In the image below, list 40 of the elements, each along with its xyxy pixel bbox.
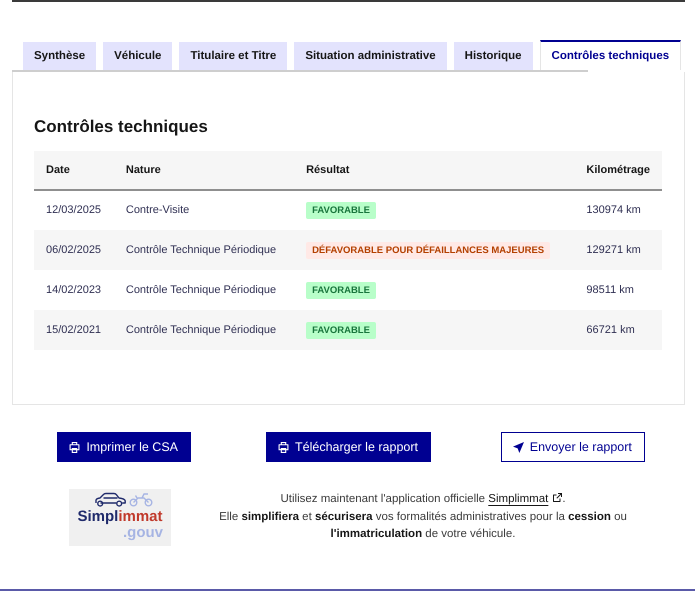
table-cell: 130974 km (574, 190, 662, 230)
logo-wordmark: Simplimmat (77, 509, 163, 525)
tab[interactable]: Synthèse (23, 42, 96, 70)
printer-icon (278, 442, 289, 452)
bike-icon (128, 492, 152, 507)
result-badge: FAVORABLE (306, 282, 376, 298)
navigation-arrow-icon (512, 442, 524, 452)
result-badge: FAVORABLE (306, 322, 376, 338)
tab[interactable]: Situation administrative (294, 42, 447, 70)
column-header: Nature (114, 151, 294, 190)
table-cell: Contrôle Technique Périodique (114, 310, 294, 350)
table-cell: 06/02/2025 (34, 230, 114, 270)
column-header: Résultat (294, 151, 574, 190)
tab[interactable]: Véhicule (103, 42, 172, 70)
table-cell: Contrôle Technique Périodique (114, 230, 294, 270)
section-heading: Contrôles techniques (34, 117, 209, 137)
logo-suffix: .gouv (123, 525, 163, 540)
table-cell: 66721 km (574, 310, 662, 350)
printer-icon (69, 442, 80, 452)
external-link-icon (553, 493, 562, 502)
table-cell: 98511 km (574, 270, 662, 310)
table-cell: 15/02/2021 (34, 310, 114, 350)
tab[interactable]: Contrôles techniques (540, 40, 682, 70)
tab[interactable]: Titulaire et Titre (179, 42, 288, 70)
table-cell: 14/02/2023 (34, 270, 114, 310)
column-header: Date (34, 151, 114, 190)
download-button[interactable]: Télécharger le rapport (266, 432, 431, 462)
table-cell: Contrôle Technique Périodique (114, 270, 294, 310)
table-cell: Contre-Visite (114, 190, 294, 230)
tab[interactable]: Historique (454, 42, 533, 70)
result-badge: DÉFAVORABLE POUR DÉFAILLANCES MAJEURES (306, 242, 550, 258)
print-button[interactable]: Imprimer le CSA (57, 432, 191, 462)
send-button[interactable]: Envoyer le rapport (500, 432, 645, 462)
column-header: Kilométrage (574, 151, 662, 190)
car-icon (94, 492, 126, 507)
result-badge: FAVORABLE (306, 202, 376, 219)
simplimmat-link[interactable]: Simplimmat (488, 493, 562, 505)
table-cell: 129271 km (574, 230, 662, 270)
table-cell: 12/03/2025 (34, 190, 114, 230)
info-paragraph: Utilisez maintenant l'application officielle Simplimmat . Elle simplifiera et sécurisera vos formalités administratives pour la cession ou l'immatriculation de votre véhicule. (218, 492, 628, 542)
